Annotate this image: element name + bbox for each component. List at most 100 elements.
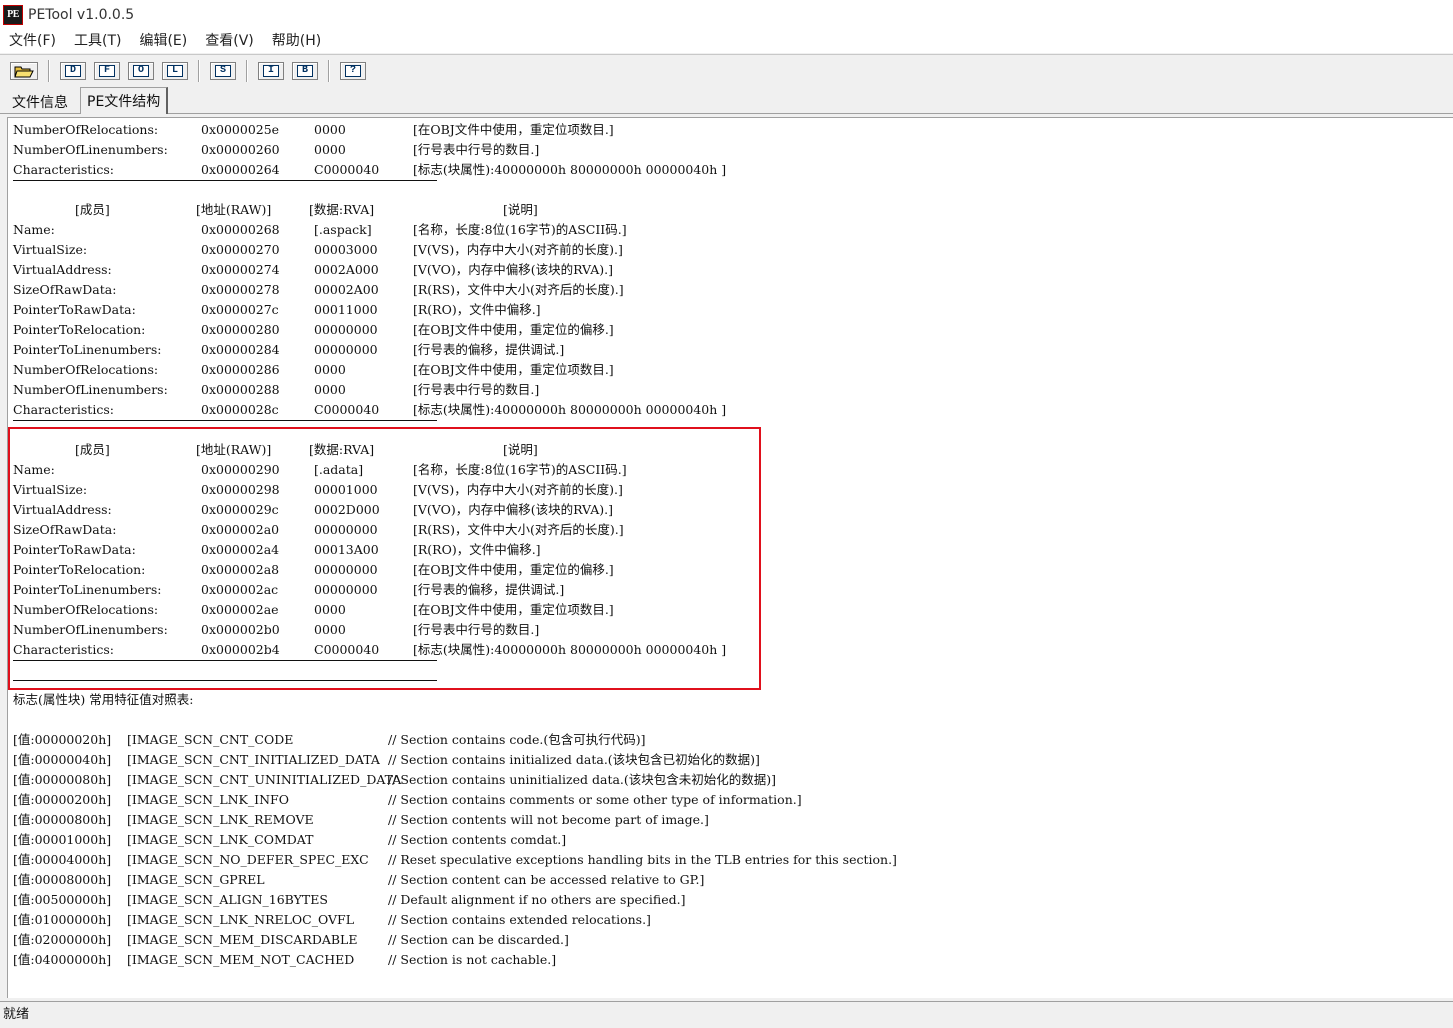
menu-file[interactable]: 文件(F) (0, 29, 65, 53)
raw-address: 0x00000298 (201, 482, 280, 497)
member-name: NumberOfLinenumbers: (13, 382, 168, 397)
flag-comment: // Section content can be accessed relat… (388, 872, 705, 887)
flag-row: [值:00000020h] [IMAGE_SCN_CNT_CODE // Secti… (13, 730, 1443, 750)
description: [在OBJ文件中使用，重定位项数目.] (413, 122, 614, 137)
field-row: PointerToLinenumbers: 0x00000284 00000000 [… (13, 340, 1443, 360)
flag-constant: [IMAGE_SCN_GPREL (127, 872, 265, 887)
member-name: PointerToRawData: (13, 542, 136, 557)
member-name: VirtualAddress: (13, 502, 112, 517)
raw-address: 0x0000027c (201, 302, 279, 317)
flag-value: [值:00000200h] (13, 792, 112, 807)
member-name: PointerToRawData: (13, 302, 136, 317)
import-table-button[interactable]: I (258, 62, 284, 80)
field-row: NumberOfLinenumbers: 0x000002b0 0000 [行号表中行… (13, 620, 1443, 640)
flag-constant: [IMAGE_SCN_LNK_INFO (127, 792, 289, 807)
description: [在OBJ文件中使用，重定位的偏移.] (413, 322, 614, 337)
menu-edit[interactable]: 编辑(E) (130, 29, 196, 53)
tab-file-info[interactable]: 文件信息 (6, 90, 74, 114)
field-row: SizeOfRawData: 0x000002a0 00000000 [R(RS)，文… (13, 520, 1443, 540)
tab-pe-structure[interactable]: PE文件结构 (80, 87, 169, 114)
rva-data: 0000 (314, 122, 346, 137)
member-name: PointerToLinenumbers: (13, 582, 162, 597)
description: [V(VS)，内存中大小(对齐前的长度).] (413, 482, 623, 497)
description: [说明] (503, 442, 538, 457)
raw-address: 0x0000029c (201, 502, 279, 517)
member-name: PointerToLinenumbers: (13, 342, 162, 357)
flags-table-title: 标志(属性块) 常用特征值对照表: (13, 692, 194, 707)
description: [R(RO)，文件中偏移.] (413, 542, 541, 557)
raw-address: 0x00000274 (201, 262, 280, 277)
raw-address: 0x0000028c (201, 402, 279, 417)
flag-value: [值:04000000h] (13, 952, 112, 967)
raw-address: 0x00000286 (201, 362, 280, 377)
open-file-button[interactable] (10, 62, 38, 80)
field-row: NumberOfRelocations: 0x00000286 0000 [在OBJ文… (13, 360, 1443, 380)
field-row: Characteristics: 0x000002b4 C0000040 [标志(块属… (13, 640, 1443, 660)
button-label: O (133, 65, 149, 77)
flag-value: [值:00001000h] (13, 832, 112, 847)
section-divider (13, 680, 437, 681)
pe-structure-view[interactable]: NumberOfRelocations: 0x0000025e 0000 [在OBJ文… (7, 117, 1453, 998)
flag-constant: [IMAGE_SCN_NO_DEFER_SPEC_EXC (127, 852, 369, 867)
description: [说明] (503, 202, 538, 217)
flag-comment: // Section contains extended relocations… (388, 912, 651, 927)
rva-data: 00003000 (314, 242, 378, 257)
member-name: Characteristics: (13, 642, 114, 657)
description: [标志(块属性):40000000h 80000000h 00000040h ] (413, 642, 727, 657)
flag-constant: [IMAGE_SCN_CNT_UNINITIALIZED_DATA (127, 772, 402, 787)
button-label: F (99, 65, 115, 77)
flag-value: [值:00000020h] (13, 732, 112, 747)
raw-address: 0x000002a8 (201, 562, 280, 577)
member-name: Name: (13, 462, 55, 477)
section-divider (13, 420, 437, 421)
toolbar: D F O L S I B ? (0, 56, 1453, 86)
member-name: NumberOfRelocations: (13, 602, 159, 617)
rva-data: 00000000 (314, 522, 378, 537)
help-button[interactable]: ? (340, 62, 366, 80)
flag-constant: [IMAGE_SCN_CNT_CODE (127, 732, 294, 747)
raw-address: 0x00000264 (201, 162, 280, 177)
field-row: PointerToRelocation: 0x000002a8 00000000 [在… (13, 560, 1443, 580)
toolbar-separator (246, 60, 248, 82)
field-row: Name: 0x00000268 [.aspack] [名称，长度:8位(16字节)的… (13, 220, 1443, 240)
section-table-button[interactable]: S (210, 62, 236, 80)
field-row: NumberOfRelocations: 0x000002ae 0000 [在OBJ文… (13, 600, 1443, 620)
member-name: PointerToRelocation: (13, 562, 146, 577)
flag-value: [值:00500000h] (13, 892, 112, 907)
description: [在OBJ文件中使用，重定位项数目.] (413, 362, 614, 377)
rva-data: 0000 (314, 382, 346, 397)
field-row: SizeOfRawData: 0x00000278 00002A00 [R(RS)，文… (13, 280, 1443, 300)
flag-comment: // Section is not cachable.] (388, 952, 557, 967)
member-name: VirtualSize: (13, 482, 88, 497)
flag-row: [值:00000200h] [IMAGE_SCN_LNK_INFO // Secti… (13, 790, 1443, 810)
flag-constant: [IMAGE_SCN_LNK_COMDAT (127, 832, 314, 847)
rva-data: 00000000 (314, 582, 378, 597)
member-name: NumberOfLinenumbers: (13, 142, 168, 157)
member-name: Characteristics: (13, 162, 114, 177)
flag-constant: [IMAGE_SCN_ALIGN_16BYTES (127, 892, 328, 907)
raw-address: 0x000002a0 (201, 522, 280, 537)
file-header-button[interactable]: F (94, 62, 120, 80)
b-button[interactable]: B (292, 62, 318, 80)
l-button[interactable]: L (162, 62, 188, 80)
optional-header-button[interactable]: O (128, 62, 154, 80)
flag-value: [值:01000000h] (13, 912, 112, 927)
field-row: Characteristics: 0x00000264 C0000040 [标志(块属… (13, 160, 1443, 180)
field-row: NumberOfLinenumbers: 0x00000260 0000 [行号表中行… (13, 140, 1443, 160)
flag-row: [值:01000000h] [IMAGE_SCN_LNK_NRELOC_OVFL /… (13, 910, 1443, 930)
menu-help[interactable]: 帮助(H) (263, 29, 330, 53)
rva-data: 00002A00 (314, 282, 379, 297)
button-label: L (167, 65, 183, 77)
flag-comment: // Section contains code.(包含可执行代码)] (388, 732, 646, 747)
flag-constant: [IMAGE_SCN_MEM_DISCARDABLE (127, 932, 358, 947)
rva-data: [数据:RVA] (309, 442, 375, 457)
raw-address: 0x000002ac (201, 582, 279, 597)
raw-address: 0x0000025e (201, 122, 280, 137)
raw-address: 0x00000280 (201, 322, 280, 337)
menu-view[interactable]: 查看(V) (196, 29, 263, 53)
menu-tools[interactable]: 工具(T) (65, 29, 130, 53)
rva-data: 0000 (314, 142, 346, 157)
dos-header-button[interactable]: D (60, 62, 86, 80)
flag-value: [值:00000800h] (13, 812, 112, 827)
member-name: NumberOfRelocations: (13, 362, 159, 377)
